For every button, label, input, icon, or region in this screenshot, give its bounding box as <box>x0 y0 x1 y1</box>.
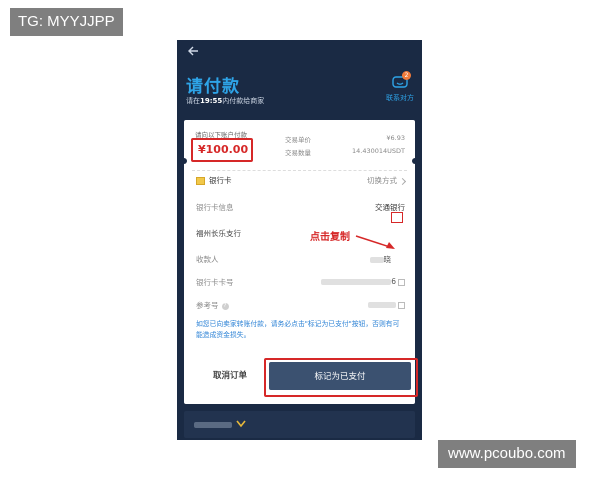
watermark-bottom-right: www.pcoubo.com <box>438 440 576 468</box>
chevron-down-icon <box>236 420 246 428</box>
watermark-top-left: TG: MYYJJPP <box>10 8 123 36</box>
payment-notice: 如您已向卖家转账付款，请务必点击"标记为已支付"按钮，否则有可能造成资金损失。 <box>196 320 400 339</box>
unread-badge: 2 <box>402 71 411 80</box>
redacted-text <box>369 257 384 263</box>
arrow-left-icon[interactable] <box>186 44 200 58</box>
payment-deadline: 请在19:55内付款给商家 <box>186 97 265 105</box>
copy-icon[interactable] <box>398 301 405 309</box>
payee-name-tail: 晓 <box>383 255 392 264</box>
payee-label: 收款人 <box>196 255 219 264</box>
contact-label: 联系对方 <box>386 94 414 102</box>
cancel-order-button[interactable]: 取消订单 <box>199 362 261 388</box>
card-number-tail: 6 <box>391 277 396 286</box>
card-number-row: 银行卡卡号 6 <box>196 277 405 288</box>
copy-icon[interactable] <box>398 278 405 286</box>
contact-seller-button[interactable]: 2 联系对方 <box>382 71 418 103</box>
question-icon[interactable]: ? <box>221 302 229 310</box>
page-title: 请付款 <box>186 77 240 97</box>
redacted-text <box>368 302 396 308</box>
card-number-label: 银行卡卡号 <box>196 278 234 287</box>
payee-row: 收款人 晓 <box>196 254 405 265</box>
redacted-text <box>321 279 392 285</box>
mark-paid-button[interactable]: 标记为已支付 <box>269 362 411 390</box>
reference-row: 参考号? <box>196 300 405 311</box>
payment-screen: 请付款 请在19:55内付款给商家 2 联系对方 请向以下账户付款 ¥100.0… <box>177 40 422 440</box>
bottom-info-bar[interactable] <box>184 411 415 438</box>
redacted-text <box>194 422 232 428</box>
reference-label: 参考号 <box>196 301 219 310</box>
copy-button-highlight[interactable] <box>391 212 403 223</box>
